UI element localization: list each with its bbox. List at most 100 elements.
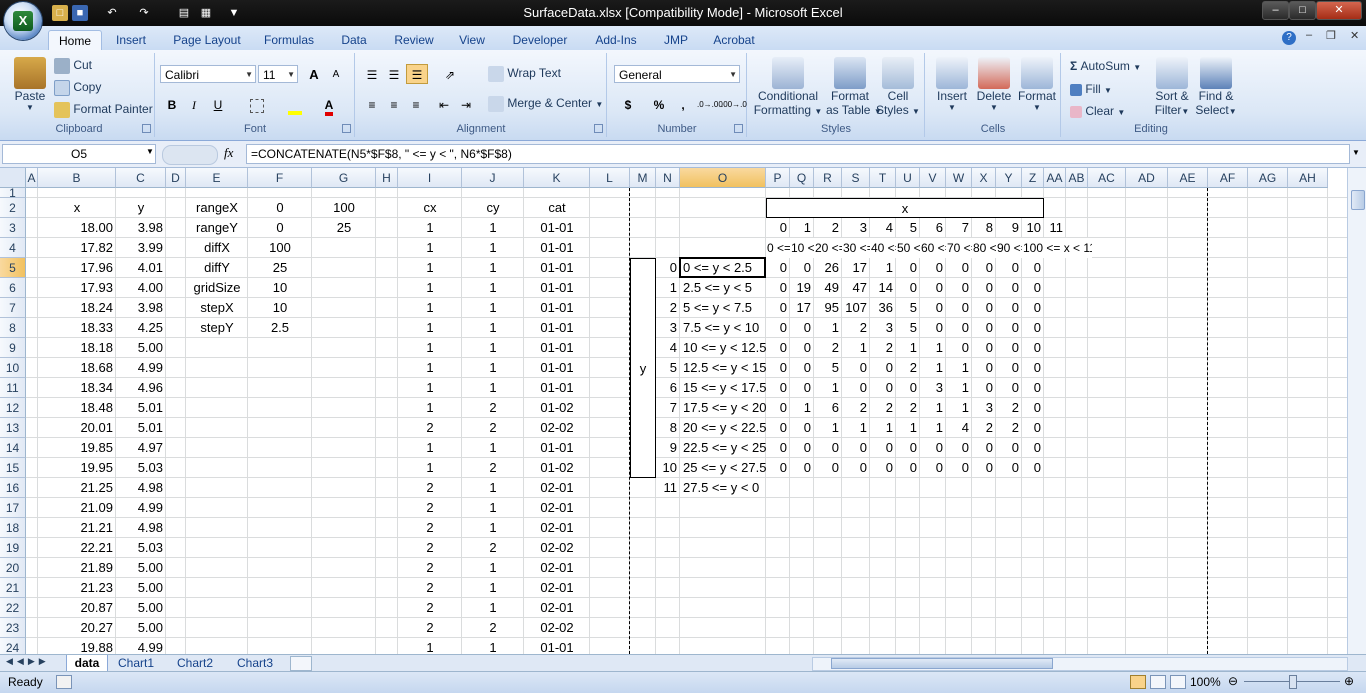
cell-j10[interactable]: 1 <box>462 358 524 378</box>
cell-w15[interactable]: 0 <box>946 458 972 478</box>
cell-c9[interactable]: 5.00 <box>116 338 166 358</box>
conditional-formatting-button[interactable]: Conditional Formatting ▼ <box>752 57 824 117</box>
cell-z8[interactable]: 0 <box>1022 318 1044 338</box>
cell-n6[interactable]: 1 <box>656 278 680 298</box>
cell-k7[interactable]: 01-01 <box>524 298 590 318</box>
fill-color-button[interactable] <box>280 94 310 115</box>
cell-w12[interactable]: 1 <box>946 398 972 418</box>
cell-w7[interactable]: 0 <box>946 298 972 318</box>
cell-i2[interactable]: cx <box>398 198 462 218</box>
currency-button[interactable]: $ <box>614 94 642 114</box>
percent-button[interactable]: % <box>648 94 670 114</box>
zoom-slider-handle[interactable] <box>1289 675 1297 689</box>
cell-z13[interactable]: 0 <box>1022 418 1044 438</box>
row-header[interactable]: 21 <box>0 578 26 598</box>
cell-i8[interactable]: 1 <box>398 318 462 338</box>
cell-z9[interactable]: 0 <box>1022 338 1044 358</box>
tab-jmp[interactable]: JMP <box>656 30 696 50</box>
worksheet-grid[interactable]: A B C D E F G H I J K L M N O P Q R S T U V W X Y Z AA AB AC AD AE AF AG… <box>0 168 1347 654</box>
cell-y5[interactable]: 0 <box>996 258 1022 278</box>
normal-view-icon[interactable] <box>1130 675 1146 689</box>
cell-r4[interactable]: 20 <= x < 30 <box>814 238 842 258</box>
cell-c19[interactable]: 5.03 <box>116 538 166 558</box>
cell-y13[interactable]: 2 <box>996 418 1022 438</box>
align-middle-button[interactable]: ☰ <box>384 64 404 84</box>
row-header[interactable]: 8 <box>0 318 26 338</box>
cell-p6[interactable]: 0 <box>766 278 790 298</box>
delete-cells-button[interactable]: Delete ▼ <box>974 57 1014 112</box>
cell-p15[interactable]: 0 <box>766 458 790 478</box>
cell-k16[interactable]: 02-01 <box>524 478 590 498</box>
cell-u8[interactable]: 5 <box>896 318 920 338</box>
cell-y8[interactable]: 0 <box>996 318 1022 338</box>
cell-v13[interactable]: 1 <box>920 418 946 438</box>
column-header[interactable]: D <box>166 168 186 188</box>
row-header[interactable]: 10 <box>0 358 26 378</box>
cell-k13[interactable]: 02-02 <box>524 418 590 438</box>
cell-r7[interactable]: 95 <box>814 298 842 318</box>
cell-s4[interactable]: 30 <= x < 40 <box>842 238 870 258</box>
cell-k12[interactable]: 01-02 <box>524 398 590 418</box>
cell-k17[interactable]: 02-01 <box>524 498 590 518</box>
cell-x6[interactable]: 0 <box>972 278 996 298</box>
tab-data[interactable]: Data <box>334 30 374 50</box>
cell-q14[interactable]: 0 <box>790 438 814 458</box>
cell-q8[interactable]: 0 <box>790 318 814 338</box>
row-header[interactable]: 9 <box>0 338 26 358</box>
cell-u11[interactable]: 0 <box>896 378 920 398</box>
cell-y12[interactable]: 2 <box>996 398 1022 418</box>
cell-y10[interactable]: 0 <box>996 358 1022 378</box>
cell-z10[interactable]: 0 <box>1022 358 1044 378</box>
column-header[interactable]: T <box>870 168 896 188</box>
cell-b8[interactable]: 18.33 <box>38 318 116 338</box>
shrink-font-button[interactable]: A <box>326 64 346 84</box>
cell-b3[interactable]: 18.00 <box>38 218 116 238</box>
cell-n13[interactable]: 8 <box>656 418 680 438</box>
cell-z14[interactable]: 0 <box>1022 438 1044 458</box>
cell-k6[interactable]: 01-01 <box>524 278 590 298</box>
cell-r11[interactable]: 1 <box>814 378 842 398</box>
bold-button[interactable]: B <box>162 94 182 114</box>
column-header[interactable]: AD <box>1126 168 1168 188</box>
cell-i3[interactable]: 1 <box>398 218 462 238</box>
column-header[interactable]: AE <box>1168 168 1208 188</box>
insert-sheet-icon[interactable] <box>290 656 312 671</box>
tab-formulas[interactable]: Formulas <box>258 30 320 50</box>
row-header[interactable]: 7 <box>0 298 26 318</box>
cell-i16[interactable]: 2 <box>398 478 462 498</box>
cell-c4[interactable]: 3.99 <box>116 238 166 258</box>
column-header[interactable]: AF <box>1208 168 1248 188</box>
cell-q6[interactable]: 19 <box>790 278 814 298</box>
cell-n10[interactable]: 5 <box>656 358 680 378</box>
cell-o11[interactable]: 15 <= y < 17.5 <box>680 378 766 398</box>
cell-o7[interactable]: 5 <= y < 7.5 <box>680 298 766 318</box>
sheet-tab-chart1[interactable]: Chart1 <box>110 655 162 671</box>
cell-i20[interactable]: 2 <box>398 558 462 578</box>
horizontal-scrollbar[interactable] <box>812 657 1348 671</box>
cell-u5[interactable]: 0 <box>896 258 920 278</box>
cell-b9[interactable]: 18.18 <box>38 338 116 358</box>
dialog-launcher-icon[interactable] <box>142 124 151 133</box>
cell-z7[interactable]: 0 <box>1022 298 1044 318</box>
row-header[interactable]: 24 <box>0 638 26 654</box>
paste-button[interactable]: Paste ▼ <box>10 57 50 112</box>
cell-p5[interactable]: 0 <box>766 258 790 278</box>
cell-f6[interactable]: 10 <box>248 278 312 298</box>
cell-c7[interactable]: 3.98 <box>116 298 166 318</box>
cell-aa3[interactable]: 11 <box>1044 218 1066 238</box>
cell-c15[interactable]: 5.03 <box>116 458 166 478</box>
column-header[interactable]: AG <box>1248 168 1288 188</box>
cell-o16[interactable]: 27.5 <= y < 0 <box>680 478 766 498</box>
cell-s8[interactable]: 2 <box>842 318 870 338</box>
column-header[interactable]: S <box>842 168 870 188</box>
vertical-scrollbar[interactable] <box>1347 168 1366 654</box>
cell-x5[interactable]: 0 <box>972 258 996 278</box>
cell-k2[interactable]: cat <box>524 198 590 218</box>
cell-c12[interactable]: 5.01 <box>116 398 166 418</box>
cell-c6[interactable]: 4.00 <box>116 278 166 298</box>
cell-s5[interactable]: 17 <box>842 258 870 278</box>
column-header[interactable]: P <box>766 168 790 188</box>
cell-v5[interactable]: 0 <box>920 258 946 278</box>
cell-v12[interactable]: 1 <box>920 398 946 418</box>
row-header[interactable]: 3 <box>0 218 26 238</box>
